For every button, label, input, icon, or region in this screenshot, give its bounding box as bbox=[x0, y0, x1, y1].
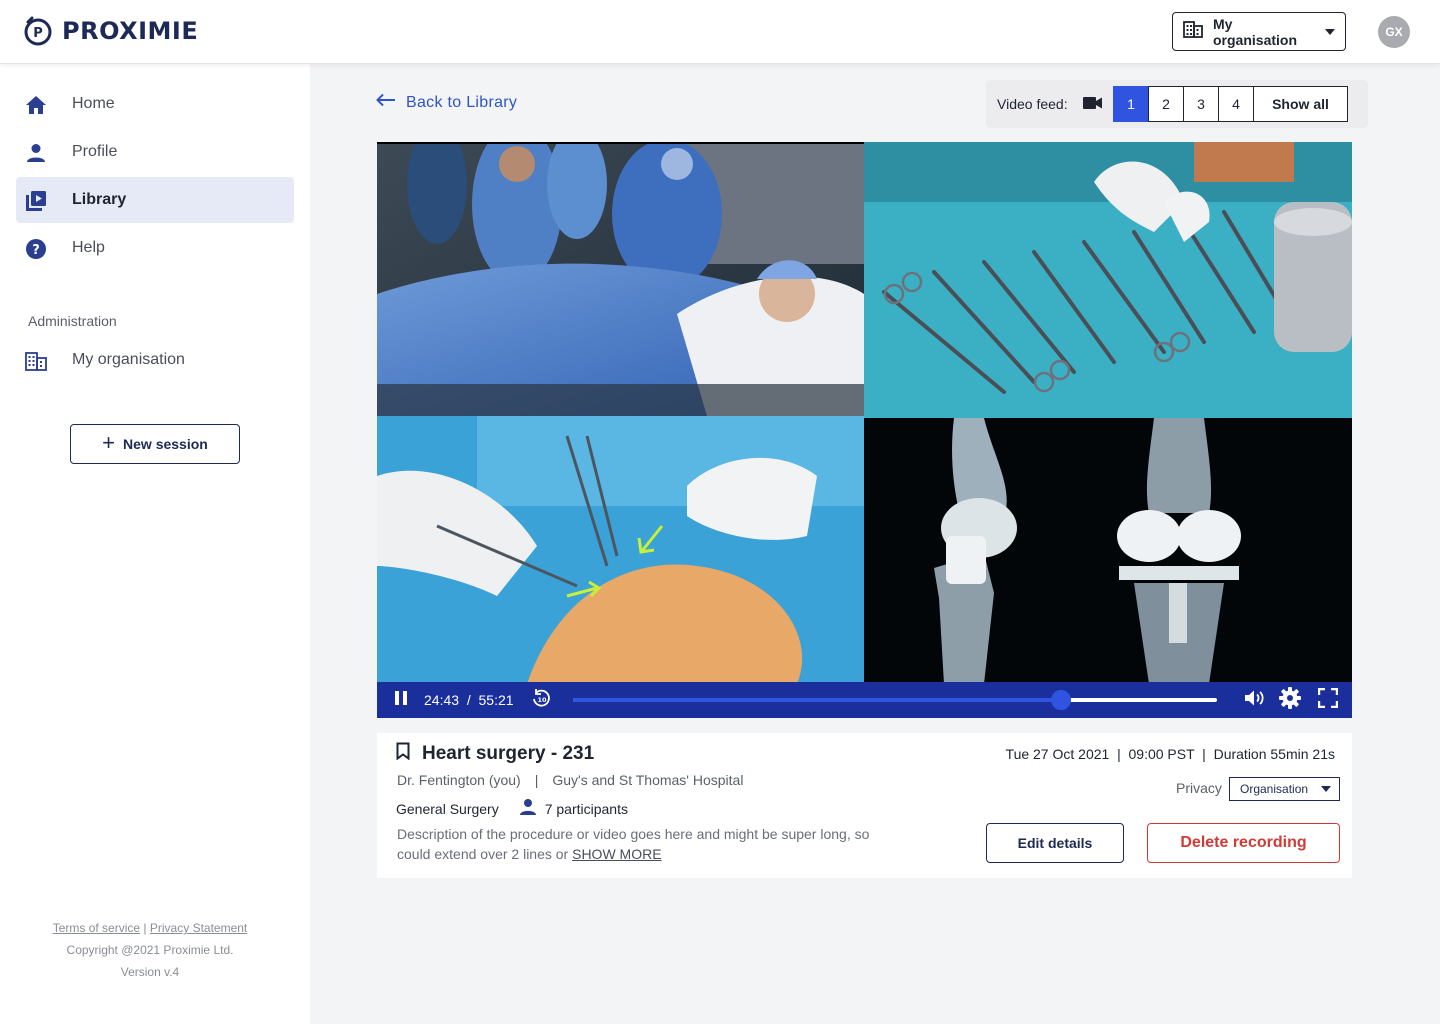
meta-separator: | bbox=[534, 772, 539, 788]
feed-1-operating-room[interactable] bbox=[377, 144, 864, 416]
plus-icon: + bbox=[102, 430, 116, 455]
sidebar-item-label: Home bbox=[72, 95, 115, 112]
participants: 7 participants bbox=[519, 798, 628, 819]
participants-count: 7 participants bbox=[544, 800, 628, 817]
top-bar: P PROXIMIE My organisation GX bbox=[0, 0, 1440, 64]
gear-icon bbox=[1279, 686, 1301, 714]
sidebar-item-label: Profile bbox=[72, 143, 118, 160]
recording-title: Heart surgery - 231 bbox=[422, 742, 595, 764]
organisation-dropdown[interactable]: My organisation bbox=[1172, 12, 1346, 51]
show-all-feeds-button[interactable]: Show all bbox=[1253, 86, 1348, 122]
version-text: Version v.4 bbox=[120, 965, 180, 979]
video-library-icon bbox=[25, 190, 47, 212]
rewind-10-button[interactable]: 10 bbox=[530, 682, 552, 718]
seek-handle[interactable] bbox=[1051, 690, 1072, 710]
sidebar-item-label: Help bbox=[72, 239, 105, 256]
building-icon bbox=[1183, 19, 1203, 44]
sidebar-item-library[interactable]: Library bbox=[16, 177, 294, 223]
building-icon bbox=[25, 350, 47, 372]
surgeon-name: Dr. Fentington (you) bbox=[397, 772, 521, 788]
sidebar-item-profile[interactable]: Profile bbox=[16, 129, 294, 175]
show-more-link[interactable]: SHOW MORE bbox=[572, 846, 661, 862]
video-player[interactable] bbox=[377, 142, 1352, 718]
delete-recording-button[interactable]: Delete recording bbox=[1147, 823, 1340, 863]
help-icon: ? bbox=[25, 238, 47, 260]
feed-button-1[interactable]: 1 bbox=[1113, 86, 1149, 122]
recording-description: Description of the procedure or video go… bbox=[397, 824, 887, 864]
edit-details-button[interactable]: Edit details bbox=[986, 823, 1124, 863]
new-session-label: New session bbox=[123, 436, 208, 452]
bookmark-icon[interactable] bbox=[396, 742, 410, 765]
settings-button[interactable] bbox=[1278, 682, 1302, 718]
seek-bar-progress bbox=[573, 698, 1062, 702]
feed-2-surgical-instruments[interactable] bbox=[864, 142, 1352, 418]
admin-section-label: Administration bbox=[28, 313, 117, 329]
video-camera-icon bbox=[1083, 96, 1103, 115]
back-to-library-label: Back to Library bbox=[406, 93, 518, 111]
privacy-label: Privacy bbox=[1176, 780, 1222, 796]
recording-title-row: Heart surgery - 231 bbox=[396, 742, 594, 765]
feed-4-knee-xray[interactable] bbox=[864, 418, 1352, 684]
sidebar-item-home[interactable]: Home bbox=[16, 81, 294, 127]
brand-name: PROXIMIE bbox=[62, 17, 199, 45]
back-to-library-link[interactable]: Back to Library bbox=[376, 93, 517, 112]
recording-tags: General Surgery 7 participants bbox=[396, 798, 628, 819]
new-session-button[interactable]: + New session bbox=[70, 424, 240, 464]
user-avatar[interactable]: GX bbox=[1378, 16, 1410, 48]
person-icon bbox=[519, 798, 537, 819]
hospital-name: Guy's and St Thomas' Hospital bbox=[552, 772, 744, 788]
pause-icon bbox=[394, 690, 408, 711]
specialty: General Surgery bbox=[396, 800, 499, 817]
person-icon bbox=[25, 142, 47, 164]
copyright-text: Copyright @2021 Proximie Ltd. bbox=[66, 943, 234, 957]
feed-button-3[interactable]: 3 bbox=[1183, 86, 1219, 122]
sidebar-item-my-organisation[interactable]: My organisation bbox=[16, 337, 294, 383]
feed-button-2[interactable]: 2 bbox=[1148, 86, 1184, 122]
pause-button[interactable] bbox=[390, 682, 412, 718]
home-icon bbox=[25, 94, 47, 116]
time-separator: / bbox=[466, 692, 471, 708]
terms-link[interactable]: Terms of service bbox=[53, 921, 140, 935]
recording-dateline: Tue 27 Oct 2021 | 09:00 PST | Duration 5… bbox=[1005, 746, 1335, 762]
feed-3-arthroscopy[interactable] bbox=[377, 416, 864, 684]
footer-links: Terms of service | Privacy Statement bbox=[0, 921, 300, 935]
sidebar-item-label: Library bbox=[72, 191, 127, 208]
volume-icon bbox=[1244, 689, 1266, 712]
feed-button-4[interactable]: 4 bbox=[1218, 86, 1254, 122]
privacy-link[interactable]: Privacy Statement bbox=[150, 921, 247, 935]
caret-down-icon bbox=[1321, 786, 1331, 792]
sidebar-item-help[interactable]: ? Help bbox=[16, 225, 294, 271]
svg-text:?: ? bbox=[32, 243, 40, 258]
sidebar-item-label: My organisation bbox=[72, 351, 185, 368]
sidebar: Home Profile Library ? Help Administrati… bbox=[0, 64, 310, 1024]
logo-mark-icon: P bbox=[22, 15, 54, 47]
recording-meta: Dr. Fentington (you) | Guy's and St Thom… bbox=[397, 772, 743, 788]
privacy-value: Organisation bbox=[1240, 782, 1309, 796]
arrow-left-icon bbox=[376, 93, 396, 112]
current-time: 24:43 bbox=[424, 692, 460, 708]
seek-bar[interactable] bbox=[573, 690, 1217, 710]
fullscreen-button[interactable] bbox=[1316, 682, 1340, 718]
fullscreen-icon bbox=[1317, 687, 1339, 713]
svg-text:P: P bbox=[33, 26, 43, 41]
privacy-dropdown[interactable]: Organisation bbox=[1229, 777, 1340, 801]
volume-button[interactable] bbox=[1243, 682, 1267, 718]
proximie-logo[interactable]: P PROXIMIE bbox=[22, 15, 198, 47]
rewind-icon: 10 bbox=[531, 688, 551, 713]
video-feed-label: Video feed: bbox=[997, 96, 1068, 112]
caret-down-icon bbox=[1325, 28, 1335, 35]
organisation-dropdown-label: My organisation bbox=[1213, 15, 1298, 48]
footer-separator: | bbox=[143, 921, 147, 935]
total-duration: 55:21 bbox=[478, 692, 514, 708]
rewind-seconds: 10 bbox=[537, 696, 547, 704]
playback-time: 24:43 / 55:21 bbox=[424, 692, 514, 708]
